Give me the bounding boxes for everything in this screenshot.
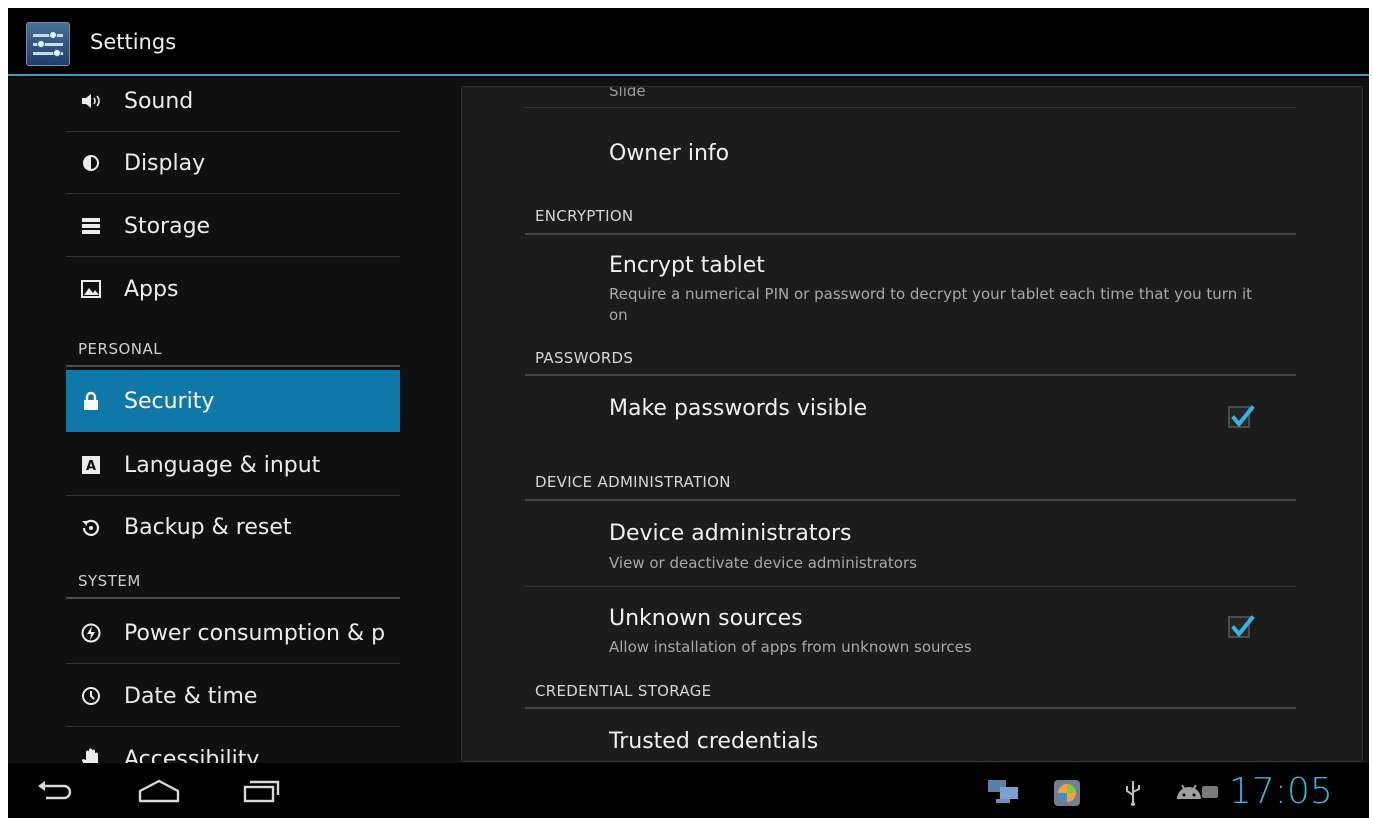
power-icon [80,622,102,644]
sidebar-item-apps[interactable]: Apps [66,258,400,320]
storage-icon [80,215,102,237]
category-credential-storage: CREDENTIAL STORAGE [535,682,712,700]
header-divider [66,597,400,599]
encrypt-tablet-title: Encrypt tablet [609,253,765,278]
sidebar-item-sound[interactable]: Sound [66,78,400,132]
owner-info-title: Owner info [609,141,730,166]
sidebar-item-label: Backup & reset [124,514,292,540]
home-button[interactable] [134,773,184,809]
device-administrators-summary: View or deactivate device administrators [609,554,917,572]
speaker-icon [80,90,102,112]
system-nav-bar: 17:05 [8,763,1369,818]
sidebar-item-label: Storage [124,213,211,239]
sidebar-item-backup-reset[interactable]: Backup & reset [66,496,400,558]
trusted-credentials-pref[interactable]: Trusted credentials [525,709,1296,761]
recent-apps-icon [243,780,280,803]
clock[interactable]: 17:05 [1229,771,1333,812]
gallery-app-icon[interactable] [1053,779,1081,811]
main-content: Sound Display Storage Apps PERSONAL Secu… [8,78,1369,763]
battery-icon [1201,783,1219,805]
back-button[interactable] [30,773,80,809]
device-administrators-title: Device administrators [609,521,852,546]
sidebar-item-power-consumption[interactable]: Power consumption & p [66,602,400,664]
recent-apps-button[interactable] [237,773,287,809]
sidebar-item-label: Accessibility [124,746,260,764]
category-divider [525,374,1296,376]
action-bar-divider [8,74,1369,76]
sidebar-item-label: Sound [124,88,194,114]
category-device-administration: DEVICE ADMINISTRATION [535,473,731,491]
header-personal: PERSONAL [78,340,163,358]
encrypt-tablet-pref[interactable]: Encrypt tablet Require a numerical PIN o… [525,235,1296,345]
make-passwords-visible-title: Make passwords visible [609,396,868,421]
owner-info-pref[interactable]: Owner info [525,107,1296,195]
backup-icon [80,516,102,538]
android-debug-icon[interactable] [1174,779,1204,809]
brightness-icon [80,152,102,174]
trusted-credentials-title: Trusted credentials [609,729,819,754]
sidebar-item-language-input[interactable]: A Language & input [66,434,400,496]
category-encryption: ENCRYPTION [535,207,634,225]
header-system: SYSTEM [78,572,141,590]
unknown-sources-pref[interactable]: Unknown sources Allow installation of ap… [525,587,1296,677]
back-icon [38,781,72,800]
device-administrators-pref[interactable]: Device administrators View or deactivate… [525,501,1296,587]
checkmark-icon [1231,615,1255,638]
sidebar-item-label: Date & time [124,683,258,709]
unknown-sources-title: Unknown sources [609,606,803,631]
make-passwords-visible-pref[interactable]: Make passwords visible [525,377,1296,471]
apps-icon [80,278,102,300]
sidebar-item-label: Language & input [124,452,321,478]
network-icon[interactable] [986,779,1020,809]
sidebar-item-label: Display [124,150,206,176]
sidebar-item-security[interactable]: Security [66,370,400,432]
category-passwords: PASSWORDS [535,349,634,367]
keyboard-a-icon: A [80,454,102,476]
encrypt-tablet-summary: Require a numerical PIN or password to d… [609,285,1253,324]
app-title: Settings [90,30,177,54]
unknown-sources-summary: Allow installation of apps from unknown … [609,638,972,656]
action-bar: Settings [8,8,1369,76]
header-divider [66,365,400,367]
lock-icon [80,390,102,412]
usb-icon[interactable] [1123,779,1143,811]
make-passwords-visible-checkbox[interactable] [1228,405,1255,428]
unknown-sources-checkbox[interactable] [1228,615,1255,638]
sidebar-item-label: Apps [124,276,179,302]
sidebar-item-accessibility[interactable]: Accessibility [66,728,400,763]
sidebar-item-label: Security [124,388,215,414]
screen: Settings Sound Display Storage Apps PERS… [8,8,1369,818]
settings-category-list[interactable]: Sound Display Storage Apps PERSONAL Secu… [66,78,400,763]
home-icon [138,779,180,803]
sidebar-item-storage[interactable]: Storage [66,195,400,257]
sidebar-item-display[interactable]: Display [66,132,400,194]
checkmark-icon [1231,405,1255,428]
settings-app-icon[interactable] [26,22,70,66]
sidebar-item-date-time[interactable]: Date & time [66,665,400,727]
sidebar-item-label: Power consumption & p [124,620,386,646]
hand-icon [80,748,102,763]
svg-text:A: A [86,459,96,474]
clock-icon [80,685,102,707]
security-settings-panel[interactable]: Slide Owner info ENCRYPTION Encrypt tabl… [461,86,1363,762]
